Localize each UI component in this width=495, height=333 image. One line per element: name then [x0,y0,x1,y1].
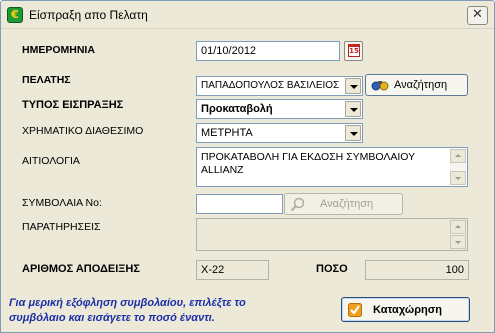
checkbox-icon [348,303,362,317]
date-label: ΗΜΕΡΟΜΗΝΙΑ [22,44,95,56]
receipt-type-combo[interactable]: Προκαταβολή [196,99,363,119]
contract-search-button[interactable]: Αναζήτηση [284,193,403,215]
notes-scrollbar[interactable] [450,220,466,249]
customer-search-button[interactable]: Αναζήτηση [365,74,468,96]
receipt-no-label: ΑΡΙΘΜΟΣ ΑΠΟΔΕΙΞΗΣ [22,263,140,275]
calendar-button[interactable]: 15 [344,41,363,61]
cash-account-label: ΧΡΗΜΑΤΙΚΟ ΔΙΑΘΕΣΙΜΟ [22,125,144,137]
chevron-down-icon[interactable] [345,78,361,94]
customer-label: ΠΕΛΑΤΗΣ [22,74,71,86]
amount-label: ΠΟΣΟ [316,263,348,275]
customer-search-label: Αναζήτηση [394,79,448,91]
reason-scrollbar[interactable] [450,149,466,185]
reason-text: ΠΡΟΚΑΤΑΒΟΛΗ ΓΙΑ ΕΚΔΟΣΗ ΣΥΜΒΟΛΑΙΟΥ ALLIAN… [201,151,415,176]
calendar-icon: 15 [348,44,360,57]
date-field[interactable]: 01/10/2012 [196,41,340,61]
scroll-down-icon[interactable] [450,171,466,185]
chevron-down-icon[interactable] [345,125,361,141]
chevron-down-icon[interactable] [345,101,361,117]
notes-label: ΠΑΡΑΤΗΡΗΣΕΙΣ [22,221,101,233]
receipt-dialog: € Είσπραξη απο Πελατη ✕ ΗΜΕΡΟΜΗΝΙΑ 01/10… [0,0,495,333]
scroll-down-icon[interactable] [450,235,466,249]
window-title: Είσπραξη απο Πελατη [29,8,148,22]
submit-button[interactable]: Καταχώρηση [341,297,470,322]
reason-label: ΑΙΤΙΟΛΟΓΙΑ [22,155,80,167]
amount-field[interactable]: 100 [365,260,469,280]
customer-combo[interactable]: ΠΑΠΑΔΟΠΟΥΛΟΣ ΒΑΣΙΛΕΙΟΣ [196,76,363,96]
receipt-type-label: ΤΥΠΟΣ ΕΙΣΠΡΑΞΗΣ [22,99,124,111]
submit-label: Καταχώρηση [373,304,442,316]
close-button[interactable]: ✕ [467,6,488,25]
reason-textarea[interactable]: ΠΡΟΚΑΤΑΒΟΛΗ ΓΙΑ ΕΚΔΟΣΗ ΣΥΜΒΟΛΑΙΟΥ ALLIAN… [196,147,468,187]
euro-icon: € [7,7,23,23]
binoculars-icon [371,81,389,91]
customer-value: ΠΑΠΑΔΟΠΟΥΛΟΣ ΒΑΣΙΛΕΙΟΣ [201,80,340,91]
contract-search-label: Αναζήτηση [320,198,374,210]
receipt-type-value: Προκαταβολή [201,103,273,115]
contract-no-label: ΣΥΜΒΟΛΑΙΑ Νο: [22,197,102,209]
close-icon: ✕ [472,7,483,22]
magnifier-icon [290,197,305,212]
scroll-up-icon[interactable] [450,220,466,234]
cash-account-value: ΜΕΤΡΗΤΑ [201,127,253,139]
notes-textarea[interactable] [196,218,468,251]
receipt-no-field[interactable]: X-22 [196,260,269,280]
cash-account-combo[interactable]: ΜΕΤΡΗΤΑ [196,123,363,143]
contract-no-field[interactable] [196,194,283,214]
partial-payment-hint: Για μερική εξόφληση συμβολαίου, επιλέξτε… [9,297,246,324]
title-bar[interactable]: € Είσπραξη απο Πελατη ✕ [1,1,494,29]
scroll-up-icon[interactable] [450,149,466,163]
